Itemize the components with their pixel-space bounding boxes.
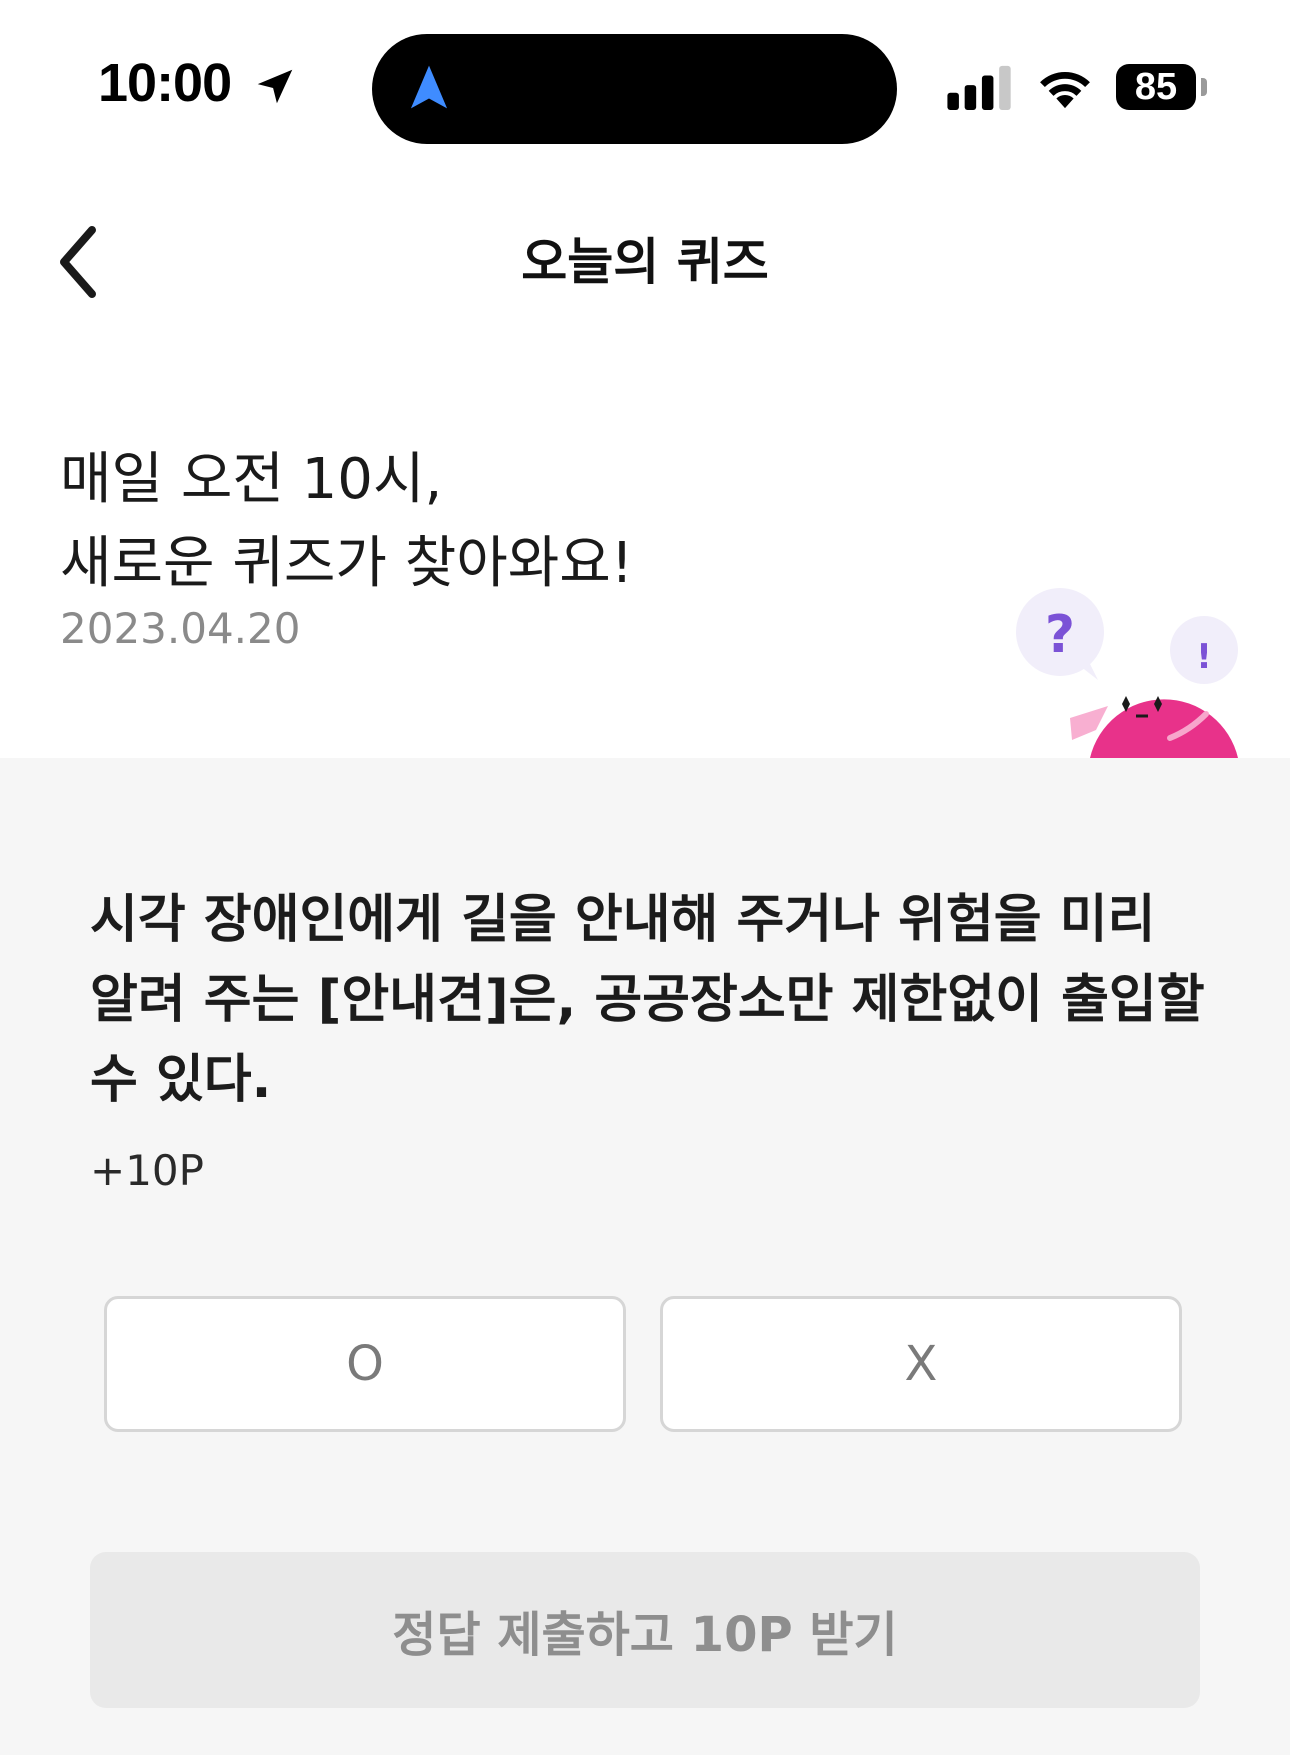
status-time: 10:00 [98,53,232,113]
quiz-date: 2023.04.20 [60,604,301,653]
page-title: 오늘의 퀴즈 [521,233,769,291]
intro-line-1: 매일 오전 10시, [60,447,443,512]
navigation-icon [410,65,448,109]
question-line-2: 알려 주는 [안내견]은, 공공장소만 제한없이 출입할 [90,970,1205,1030]
mascot-question-mark: ? [1045,605,1075,665]
quiz-points: +10P [90,1146,204,1195]
cellular-signal-icon [947,65,1011,110]
intro-text: 매일 오전 10시, 새로운 퀴즈가 찾아와요! [60,438,633,606]
question-line-3: 수 있다. [90,1050,272,1110]
quiz-mascot-icon: ? ! [1016,588,1238,758]
wifi-icon [1040,71,1090,109]
answer-o-button[interactable]: O [104,1296,626,1432]
dynamic-island [372,34,897,144]
battery-icon: 85 [1116,64,1196,110]
intro-line-2: 새로운 퀴즈가 찾아와요! [60,531,634,596]
submit-answer-button[interactable]: 정답 제출하고 10P 받기 [90,1552,1200,1708]
question-line-1: 시각 장애인에게 길을 안내해 주거나 위험을 미리 [90,890,1156,950]
mascot-exclaim-mark: ! [1196,637,1212,677]
location-arrow-icon [257,69,293,104]
quiz-question: 시각 장애인에게 길을 안내해 주거나 위험을 미리 알려 주는 [안내견]은,… [90,880,1210,1120]
battery-cap [1201,78,1207,96]
battery-level: 85 [1134,65,1178,108]
answer-x-button[interactable]: X [660,1296,1182,1432]
